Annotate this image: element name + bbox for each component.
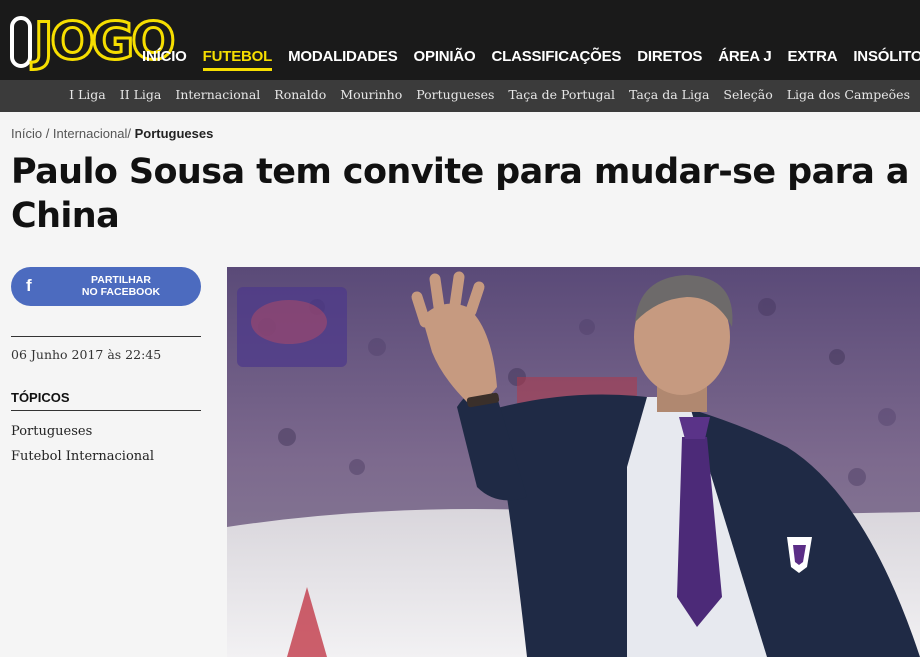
subnav-ronaldo[interactable]: Ronaldo (274, 87, 326, 102)
nav-area-j[interactable]: ÁREA J (718, 48, 771, 71)
main-nav: INÍCIO FUTEBOL MODALIDADES OPINIÃO CLASS… (142, 48, 920, 71)
top-navigation-bar: JOGO INÍCIO FUTEBOL MODALIDADES OPINIÃO … (0, 0, 920, 80)
breadcrumb-separator: / (42, 126, 53, 141)
facebook-icon: f (26, 276, 32, 295)
subnav-portugueses[interactable]: Portugueses (416, 87, 494, 102)
share-facebook-button[interactable]: f PARTILHAR NO FACEBOOK (11, 267, 201, 306)
subnav-selecao[interactable]: Seleção (723, 87, 772, 102)
article-headline: Paulo Sousa tem convite para mudar-se pa… (11, 152, 909, 236)
nav-extra[interactable]: EXTRA (788, 48, 838, 71)
photo-illustration (227, 267, 920, 657)
breadcrumb: Início / Internacional/ Portugueses (11, 126, 213, 141)
divider (11, 410, 201, 411)
divider (11, 336, 201, 337)
subnav-liga-dos-campeoes[interactable]: Liga dos Campeões (787, 87, 910, 102)
share-label-line2: NO FACEBOOK (81, 286, 161, 298)
breadcrumb-internacional[interactable]: Internacional (53, 126, 127, 141)
nav-modalidades[interactable]: MODALIDADES (288, 48, 398, 71)
breadcrumb-separator: / (127, 126, 135, 141)
subnav-ii-liga[interactable]: II Liga (120, 87, 162, 102)
breadcrumb-portugueses[interactable]: Portugueses (135, 126, 214, 141)
subnav-taca-da-liga[interactable]: Taça da Liga (629, 87, 709, 102)
sub-nav: I Liga II Liga Internacional Ronaldo Mou… (69, 87, 910, 102)
nav-opiniao[interactable]: OPINIÃO (414, 48, 476, 71)
subnav-internacional[interactable]: Internacional (175, 87, 260, 102)
logo-o-glyph (10, 16, 32, 68)
share-facebook-label: PARTILHAR NO FACEBOOK (47, 274, 195, 298)
nav-diretos[interactable]: DIRETOS (637, 48, 702, 71)
subnav-taca-de-portugal[interactable]: Taça de Portugal (508, 87, 615, 102)
subnav-mourinho[interactable]: Mourinho (340, 87, 402, 102)
share-label-line1: PARTILHAR (91, 274, 151, 286)
nav-insolito[interactable]: INSÓLITO (853, 48, 920, 71)
breadcrumb-inicio[interactable]: Início (11, 126, 42, 141)
sub-navigation-bar: I Liga II Liga Internacional Ronaldo Mou… (0, 80, 920, 112)
nav-classificacoes[interactable]: CLASSIFICAÇÕES (492, 48, 622, 71)
article-photo (227, 267, 920, 657)
topic-futebol-internacional[interactable]: Futebol Internacional (11, 449, 154, 464)
topic-portugueses[interactable]: Portugueses (11, 424, 92, 439)
article-date: 06 Junho 2017 às 22:45 (11, 347, 162, 362)
topics-heading: TÓPICOS (11, 390, 70, 405)
nav-inicio[interactable]: INÍCIO (142, 48, 187, 71)
subnav-i-liga[interactable]: I Liga (69, 87, 106, 102)
nav-futebol[interactable]: FUTEBOL (202, 48, 272, 71)
